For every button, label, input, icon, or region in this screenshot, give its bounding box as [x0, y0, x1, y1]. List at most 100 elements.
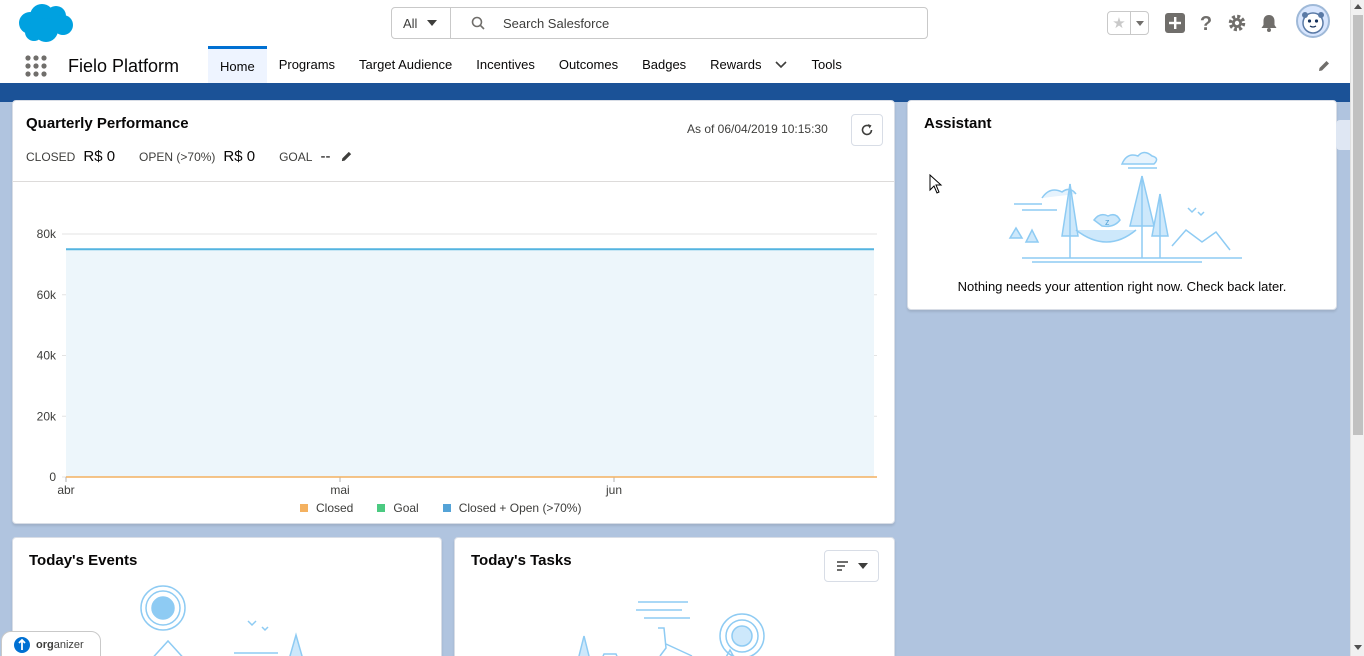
- performance-metrics: CLOSED R$ 0 OPEN (>70%) R$ 0 GOAL --: [26, 148, 353, 165]
- tab-label: Home: [220, 58, 255, 74]
- card-title: Quarterly Performance: [26, 115, 189, 132]
- x-tick-label: jun: [605, 483, 622, 497]
- notifications-bell-icon[interactable]: [1259, 13, 1279, 33]
- divider: [13, 181, 894, 182]
- assistant-empty-message: Nothing needs your attention right now. …: [957, 279, 1287, 294]
- nav-tabs: Home Programs Target Audience Incentives…: [208, 46, 854, 83]
- x-tick-label: mai: [330, 483, 349, 497]
- y-tick-label: 0: [49, 470, 56, 484]
- card-title: Assistant: [924, 115, 992, 132]
- card-title: Today's Tasks: [471, 552, 572, 569]
- x-tick-label: abr: [57, 483, 74, 497]
- chevron-down-icon: [427, 20, 438, 26]
- app-navigation-bar: Fielo Platform Home Programs Target Audi…: [0, 46, 1350, 86]
- y-tick-label: 20k: [37, 409, 57, 423]
- organizer-extension-button[interactable]: org anizer: [1, 631, 101, 656]
- tasks-filter-menu-button[interactable]: [824, 550, 879, 582]
- scroll-down-arrow-icon[interactable]: [1354, 645, 1362, 650]
- search-scope-dropdown[interactable]: All: [392, 8, 451, 38]
- goal-area: [66, 249, 874, 477]
- tab-tools[interactable]: Tools: [799, 46, 853, 83]
- organizer-logo-icon: [14, 637, 30, 653]
- scroll-up-arrow-icon[interactable]: [1354, 4, 1362, 9]
- tab-label: Incentives: [476, 57, 535, 72]
- tab-label: Tools: [811, 57, 842, 72]
- legend-label: Closed + Open (>70%): [458, 501, 582, 515]
- tab-label: Programs: [278, 57, 336, 72]
- tab-home[interactable]: Home: [208, 46, 267, 83]
- chevron-down-icon: [1135, 20, 1144, 26]
- closed-label: CLOSED: [26, 150, 76, 164]
- open-value: R$ 0: [223, 148, 256, 165]
- open-label: OPEN (>70%): [139, 150, 216, 164]
- svg-text:?: ?: [1200, 13, 1212, 33]
- tab-label: Badges: [642, 57, 687, 72]
- legend-swatch: [377, 504, 386, 512]
- chevron-down-icon: [857, 563, 868, 569]
- legend-item-closed[interactable]: Closed: [300, 501, 353, 515]
- help-icon[interactable]: ?: [1196, 13, 1216, 33]
- goal-value: --: [320, 148, 331, 165]
- search-input[interactable]: Search Salesforce: [451, 8, 927, 38]
- legend-item-goal[interactable]: Goal: [377, 501, 419, 515]
- refresh-button[interactable]: [851, 114, 883, 146]
- edit-goal-pencil-icon[interactable]: [340, 150, 353, 163]
- hammock-illustration: z: [1008, 151, 1242, 263]
- y-tick-label: 60k: [37, 288, 57, 302]
- sort-list-icon: [836, 561, 848, 571]
- legend-label: Goal: [393, 501, 419, 515]
- todays-tasks-card: Today's Tasks: [454, 537, 895, 656]
- tasks-illustration: [578, 601, 765, 656]
- quarterly-performance-card: Quarterly Performance As of 06/04/2019 1…: [12, 100, 895, 524]
- utility-panel-toggle[interactable]: [1336, 120, 1350, 150]
- user-avatar[interactable]: [1296, 4, 1330, 38]
- salesforce-logo[interactable]: [16, 3, 74, 43]
- tab-rewards[interactable]: Rewards: [698, 46, 799, 83]
- closed-value: R$ 0: [83, 148, 116, 165]
- chart-legend: Closed Goal Closed + Open (>70%): [300, 501, 605, 515]
- legend-swatch: [300, 504, 308, 512]
- search-icon: [471, 16, 485, 30]
- app-launcher-icon[interactable]: [25, 55, 47, 77]
- as-of-timestamp: As of 06/04/2019 10:15:30: [687, 122, 828, 136]
- tab-outcomes[interactable]: Outcomes: [547, 46, 630, 83]
- organizer-label-bold: org: [36, 639, 54, 651]
- page-scrollbar[interactable]: [1350, 0, 1364, 656]
- favorites-menu-button[interactable]: [1131, 12, 1148, 34]
- edit-nav-pencil-icon[interactable]: [1317, 59, 1331, 73]
- tab-label: Target Audience: [359, 57, 453, 72]
- search-placeholder: Search Salesforce: [503, 15, 610, 31]
- y-tick-label: 40k: [37, 349, 57, 363]
- legend-item-closed-open[interactable]: Closed + Open (>70%): [442, 501, 582, 515]
- legend-label: Closed: [316, 501, 354, 515]
- events-illustration: [140, 585, 303, 656]
- tab-target-audience[interactable]: Target Audience: [347, 46, 464, 83]
- astro-avatar-icon: [1302, 12, 1324, 34]
- star-icon: ★: [1112, 15, 1126, 32]
- tab-label: Outcomes: [558, 57, 619, 72]
- favorite-star-button[interactable]: ★: [1108, 12, 1131, 34]
- assistant-card: Assistant z Nothing needs your attention…: [907, 100, 1337, 310]
- tab-incentives[interactable]: Incentives: [464, 46, 547, 83]
- tab-badges[interactable]: Badges: [630, 46, 698, 83]
- y-tick-label: 80k: [37, 227, 57, 241]
- gear-icon[interactable]: [1227, 13, 1247, 33]
- card-title: Today's Events: [29, 552, 138, 569]
- tab-label: Rewards: [710, 57, 762, 72]
- global-search: All Search Salesforce: [391, 7, 928, 39]
- global-header: All Search Salesforce ★ ?: [0, 0, 1350, 46]
- scroll-thumb[interactable]: [1353, 15, 1363, 435]
- performance-chart: 0 20k 40k 60k 80k abr mai jun: [37, 227, 877, 497]
- svg-text:z: z: [1105, 217, 1110, 227]
- legend-swatch: [442, 504, 451, 512]
- tab-programs[interactable]: Programs: [267, 46, 347, 83]
- app-name: Fielo Platform: [68, 56, 180, 76]
- chevron-down-icon[interactable]: [775, 60, 788, 69]
- global-actions-icon[interactable]: [1165, 13, 1185, 33]
- refresh-icon: [861, 124, 873, 136]
- mouse-cursor-icon: [929, 174, 943, 194]
- search-scope-label: All: [403, 15, 418, 31]
- organizer-label: anizer: [53, 639, 84, 651]
- favorites-control: ★: [1107, 11, 1149, 35]
- goal-label: GOAL: [279, 150, 313, 164]
